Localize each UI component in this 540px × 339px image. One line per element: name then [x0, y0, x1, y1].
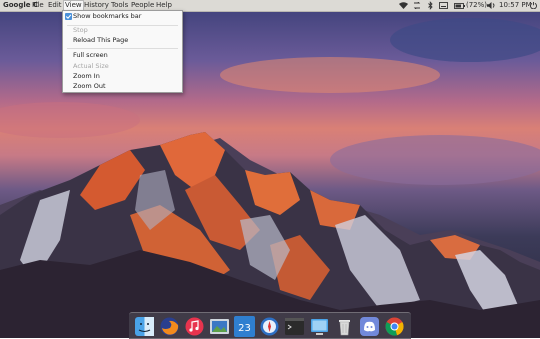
- discord-icon[interactable]: [359, 316, 380, 337]
- safari-icon[interactable]: [259, 316, 280, 337]
- menu-separator: [67, 48, 178, 49]
- menu-item-stop: Stop: [73, 26, 88, 34]
- firefox-icon[interactable]: [159, 316, 180, 337]
- menu-item-show-bookmarks-bar[interactable]: Show bookmarks bar: [65, 12, 142, 21]
- show-bookmarks-bar-label: Show bookmarks bar: [73, 12, 142, 20]
- menu-file[interactable]: File: [31, 1, 45, 10]
- volume-icon[interactable]: [487, 2, 496, 9]
- terminal-icon[interactable]: [284, 316, 305, 337]
- battery-icon[interactable]: [454, 3, 465, 9]
- menu-people[interactable]: People: [130, 1, 155, 10]
- menu-item-reload-page[interactable]: Reload This Page: [73, 36, 128, 45]
- trash-icon[interactable]: [334, 316, 355, 337]
- menu-item-zoom-out[interactable]: Zoom Out: [73, 82, 106, 91]
- menu-help[interactable]: Help: [155, 1, 173, 10]
- dock: 23: [129, 312, 411, 339]
- image-viewer-icon[interactable]: [209, 316, 230, 337]
- menu-edit[interactable]: Edit: [47, 1, 63, 10]
- wifi-icon[interactable]: [399, 2, 408, 9]
- clock-time[interactable]: 10:57 PM: [499, 0, 532, 11]
- power-icon[interactable]: [530, 2, 537, 9]
- menu-item-full-screen[interactable]: Full screen: [73, 51, 108, 60]
- checkbox-checked-icon[interactable]: [65, 13, 72, 20]
- bluetooth-icon[interactable]: [428, 1, 433, 10]
- transfer-icon[interactable]: [413, 2, 421, 9]
- battery-percentage: (72%): [466, 1, 488, 9]
- keyboard-icon[interactable]: [439, 2, 448, 9]
- view-menu-dropdown: Show bookmarks bar Stop Reload This Page…: [62, 10, 183, 93]
- calendar-day: 23: [238, 323, 251, 334]
- menu-tools[interactable]: Tools: [110, 1, 129, 10]
- files-icon[interactable]: [309, 316, 330, 337]
- menu-item-actual-size: Actual Size: [73, 62, 109, 70]
- chrome-icon[interactable]: [384, 316, 405, 337]
- finder-icon[interactable]: [134, 316, 155, 337]
- menu-history[interactable]: History: [83, 1, 110, 10]
- itunes-icon[interactable]: [184, 316, 205, 337]
- calendar-icon[interactable]: 23: [234, 316, 255, 337]
- menu-item-zoom-in[interactable]: Zoom In: [73, 72, 100, 81]
